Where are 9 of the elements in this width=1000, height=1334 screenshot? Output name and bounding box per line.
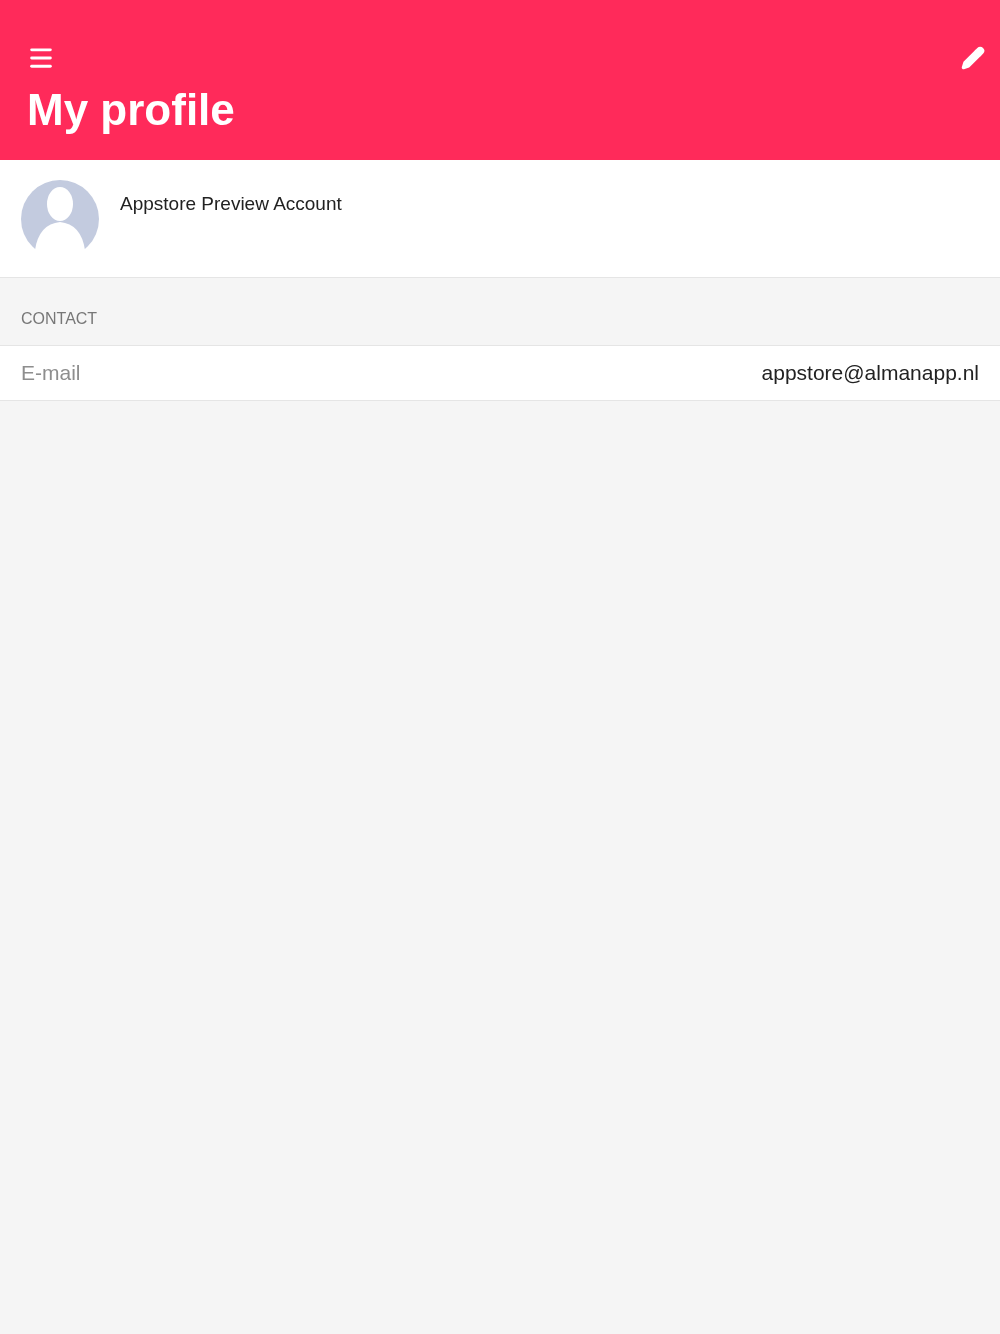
- avatar-silhouette-icon: [21, 180, 99, 250]
- edit-button[interactable]: [961, 46, 985, 70]
- profile-name: Appstore Preview Account: [120, 192, 342, 216]
- section-header: CONTACT: [21, 309, 98, 329]
- page-title: My profile: [27, 88, 236, 132]
- field-value: appstore@almanapp.nl: [761, 360, 979, 387]
- pencil-icon: [961, 46, 985, 70]
- contact-row[interactable]: E-mail appstore@almanapp.nl: [0, 345, 1000, 401]
- field-label: E-mail: [21, 360, 81, 387]
